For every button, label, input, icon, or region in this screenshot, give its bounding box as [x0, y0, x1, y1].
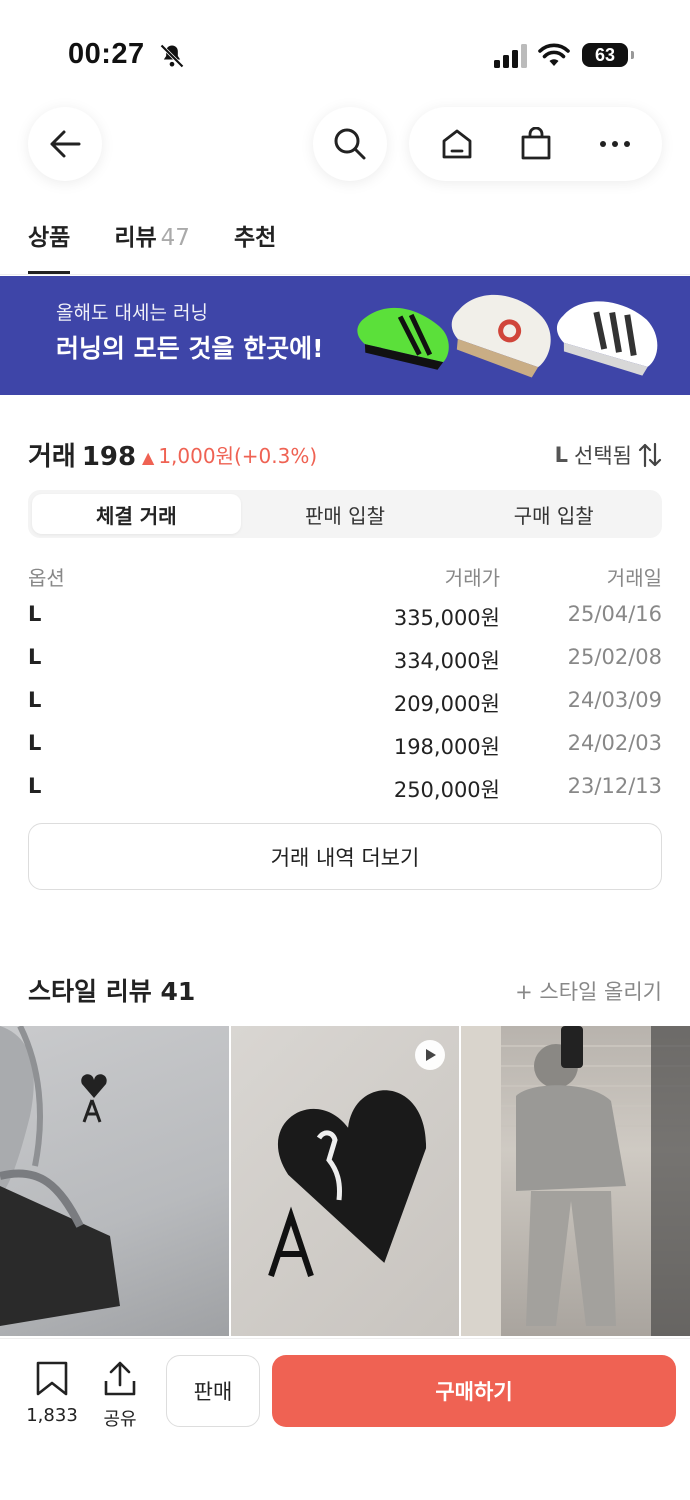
price-change-value: 1,000원(+0.3%) — [158, 444, 318, 468]
home-icon — [442, 129, 471, 159]
row-price: 250,000원 — [393, 778, 500, 802]
header-action-group — [409, 107, 662, 181]
table-row: L 209,000원 24/03/09 — [28, 682, 662, 725]
tab-product[interactable]: 상품 — [28, 218, 71, 274]
running-shoes-image — [357, 294, 658, 378]
bookmark-button[interactable]: 1,833 — [20, 1361, 84, 1426]
tab-review[interactable]: 리뷰 47 — [114, 218, 190, 274]
triangle-up-icon: ▲ — [142, 448, 155, 467]
row-option: L — [28, 774, 42, 798]
product-tabs: 상품 리뷰 47 추천 — [28, 218, 320, 274]
trade-segment-control: 체결 거래 판매 입찰 구매 입찰 — [28, 490, 662, 538]
bell-muted-icon — [160, 44, 184, 68]
row-price: 334,000원 — [393, 649, 500, 673]
column-price: 거래가 — [444, 566, 500, 590]
bottom-action-bar: 1,833 공유 판매 구매하기 — [0, 1338, 690, 1500]
row-date: 24/02/03 — [567, 731, 662, 755]
tab-recommend[interactable]: 추천 — [234, 218, 276, 274]
bookmark-icon — [36, 1361, 68, 1396]
price-change: ▲ 1,000원(+0.3%) — [142, 440, 317, 469]
table-header: 옵션 거래가 거래일 — [28, 556, 662, 596]
share-icon — [104, 1361, 136, 1396]
wifi-icon — [538, 43, 570, 66]
more-button[interactable] — [585, 114, 645, 174]
banner-title: 러닝의 모든 것을 한곳에! — [56, 334, 324, 363]
row-date: 25/04/16 — [567, 602, 662, 626]
search-button[interactable] — [313, 107, 387, 181]
column-date: 거래일 — [606, 566, 662, 590]
table-row: L 335,000원 25/04/16 — [28, 596, 662, 639]
search-icon — [334, 128, 366, 160]
size-selector[interactable]: L 선택됨 — [555, 440, 662, 470]
segment-sell-bids[interactable]: 판매 입찰 — [241, 494, 450, 534]
size-selected-label: 선택됨 — [574, 444, 632, 468]
share-button[interactable]: 공유 — [98, 1361, 142, 1431]
review-count: 47 — [160, 225, 190, 251]
sort-arrows-icon — [638, 442, 662, 468]
upload-style-button[interactable]: + 스타일 올리기 — [515, 976, 662, 1006]
trade-title-label: 거래 — [28, 442, 76, 472]
shopping-bag-button[interactable] — [506, 114, 566, 174]
row-date: 23/12/13 — [567, 774, 662, 798]
trade-table: 옵션 거래가 거래일 L 335,000원 25/04/16 L 334,000… — [28, 556, 662, 811]
battery-indicator: 63 — [582, 43, 634, 67]
divider — [0, 274, 690, 275]
row-price: 335,000원 — [393, 606, 500, 630]
style-review-title: 스타일 리뷰 41 — [28, 972, 195, 1008]
segment-buy-bids[interactable]: 구매 입찰 — [449, 494, 658, 534]
home-button[interactable] — [427, 114, 487, 174]
trade-header: 거래 198 ▲ 1,000원(+0.3%) L 선택됨 — [28, 436, 662, 472]
style-review-header: 스타일 리뷰 41 + 스타일 올리기 — [28, 972, 662, 1008]
tab-label: 상품 — [28, 225, 71, 251]
style-photo[interactable] — [230, 1026, 460, 1336]
status-bar: 00:27 63 — [0, 0, 690, 100]
banner-subtitle: 올해도 대세는 러닝 — [56, 302, 208, 324]
row-option: L — [28, 602, 42, 626]
column-option: 옵션 — [28, 566, 65, 590]
row-option: L — [28, 731, 42, 755]
view-more-trades-button[interactable]: 거래 내역 더보기 — [28, 823, 662, 890]
hoodie-logo-image — [0, 1026, 120, 1326]
row-option: L — [28, 645, 42, 669]
row-option: L — [28, 688, 42, 712]
back-arrow-icon — [50, 130, 81, 158]
cellular-signal-icon — [494, 44, 527, 68]
trade-title: 거래 198 — [28, 436, 136, 473]
sell-button[interactable]: 판매 — [166, 1355, 260, 1427]
style-photo[interactable] — [461, 1026, 690, 1336]
mirror-selfie-image — [461, 1026, 690, 1336]
selected-size: L — [554, 443, 569, 467]
style-photo-grid — [0, 1026, 690, 1336]
table-row: L 250,000원 23/12/13 — [28, 768, 662, 811]
style-photo[interactable] — [0, 1026, 229, 1336]
promo-banner[interactable]: 올해도 대세는 러닝 러닝의 모든 것을 한곳에! — [0, 276, 690, 395]
tab-label: 추천 — [233, 225, 277, 251]
trade-count: 198 — [81, 442, 137, 472]
bookmark-count: 1,833 — [26, 1405, 78, 1426]
tab-label: 리뷰 — [114, 225, 157, 251]
style-review-label: 스타일 리뷰 — [28, 977, 152, 1006]
status-time: 00:27 — [68, 38, 145, 70]
row-date: 25/02/08 — [567, 645, 662, 669]
row-price: 198,000원 — [393, 735, 500, 759]
row-date: 24/03/09 — [567, 688, 662, 712]
back-button[interactable] — [28, 107, 102, 181]
segment-executed-trades[interactable]: 체결 거래 — [32, 494, 241, 534]
heart-logo-image — [267, 1090, 426, 1277]
more-icon — [599, 141, 630, 147]
table-row: L 334,000원 25/02/08 — [28, 639, 662, 682]
buy-button[interactable]: 구매하기 — [272, 1355, 676, 1427]
shopping-bag-icon — [521, 127, 550, 160]
style-review-count: 41 — [160, 977, 196, 1006]
share-label: 공유 — [103, 1409, 137, 1430]
row-price: 209,000원 — [393, 692, 500, 716]
table-row: L 198,000원 24/02/03 — [28, 725, 662, 768]
